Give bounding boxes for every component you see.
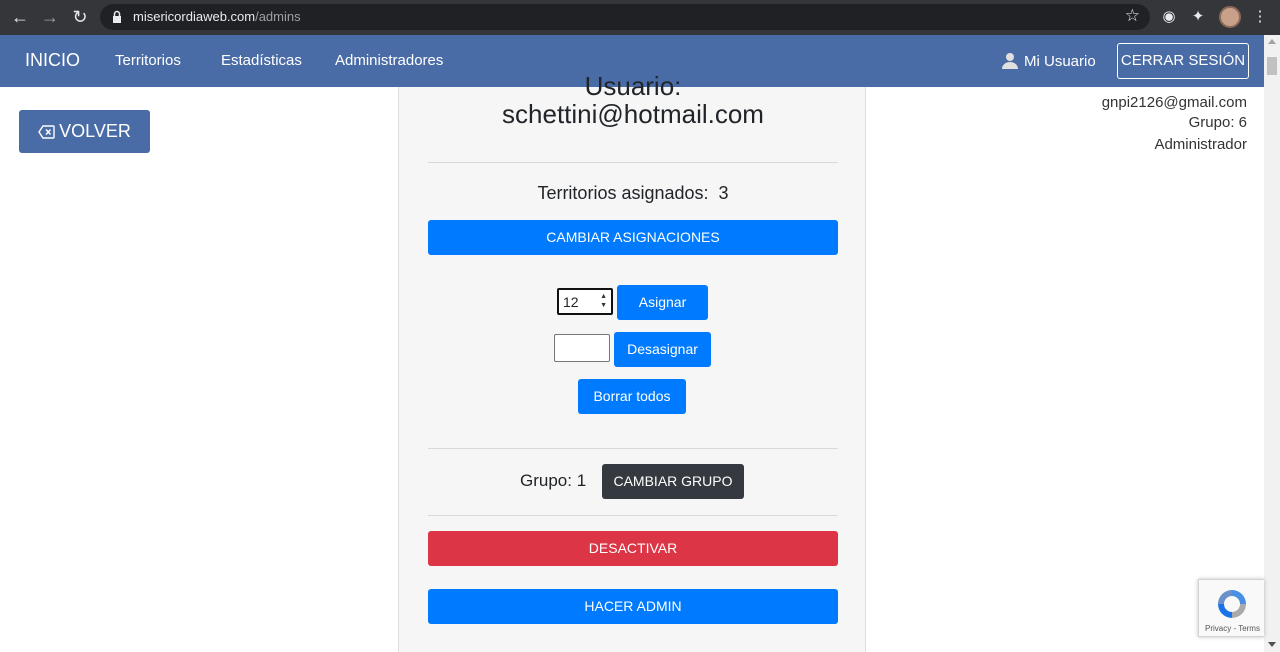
divider <box>428 448 838 449</box>
assign-button[interactable]: Asignar <box>617 285 708 320</box>
scroll-up-icon[interactable] <box>1268 39 1276 44</box>
recaptcha-badge[interactable]: Privacy - Terms <box>1198 579 1264 637</box>
scroll-down-icon[interactable] <box>1268 642 1276 647</box>
address-bar[interactable]: misericordiaweb.com/admins ☆ <box>100 4 1150 30</box>
territories-assigned: Territorios asignados: 3 <box>399 183 867 204</box>
scroll-thumb[interactable] <box>1267 57 1277 75</box>
my-user-link[interactable]: Mi Usuario <box>1002 52 1096 70</box>
unassign-number-input[interactable] <box>554 334 610 362</box>
deactivate-button[interactable]: DESACTIVAR <box>428 531 838 566</box>
divider <box>428 162 838 163</box>
profile-avatar-icon[interactable] <box>1219 6 1241 28</box>
current-user-info: gnpi2126@gmail.com Grupo: 6 Administrado… <box>1102 94 1247 156</box>
page-scrollbar[interactable] <box>1264 35 1280 652</box>
my-user-label: Mi Usuario <box>1024 53 1096 70</box>
nav-link-administradores[interactable]: Administradores <box>335 52 443 69</box>
card-title-label: Usuario: <box>584 71 682 99</box>
recaptcha-terms[interactable]: Privacy - Terms <box>1205 624 1260 633</box>
nav-link-territorios[interactable]: Territorios <box>115 52 181 69</box>
user-icon <box>1002 53 1018 69</box>
recaptcha-icon <box>1218 590 1246 618</box>
back-button[interactable]: VOLVER <box>19 110 150 153</box>
territories-label: Territorios asignados: <box>537 183 709 203</box>
url-host: misericordiaweb.com <box>133 9 256 24</box>
change-assignments-button[interactable]: CAMBIAR ASIGNACIONES <box>428 220 838 255</box>
current-user-group: Grupo: 6 <box>1188 114 1247 131</box>
reload-icon[interactable]: ↻ <box>68 6 92 28</box>
card-user-email: schettini@hotmail.com <box>502 99 764 129</box>
bookmark-star-icon[interactable]: ☆ <box>1125 6 1140 26</box>
browser-toolbar: ← → ↻ misericordiaweb.com/admins ☆ ◉ ✦ ⋮ <box>0 0 1280 35</box>
spinner-arrows-icon[interactable]: ▲ ▼ <box>600 292 607 310</box>
clear-all-button[interactable]: Borrar todos <box>578 379 686 414</box>
backspace-icon <box>38 125 55 139</box>
back-arrow-icon[interactable]: ← <box>8 6 32 28</box>
current-user-email: gnpi2126@gmail.com <box>1101 94 1247 111</box>
current-user-role: Administrador <box>1154 136 1247 153</box>
puzzle-icon[interactable]: ✦ <box>1188 7 1208 27</box>
lock-icon <box>113 10 121 23</box>
make-admin-button[interactable]: HACER ADMIN <box>428 589 838 624</box>
group-label: Grupo: 1 <box>520 471 587 490</box>
nav-home-link[interactable]: INICIO <box>25 50 80 71</box>
url-text: misericordiaweb.com/admins <box>133 9 301 24</box>
extension-icon[interactable]: ◉ <box>1159 7 1179 27</box>
assign-input-value: 12 <box>563 294 579 310</box>
divider <box>428 515 838 516</box>
territories-count: 3 <box>718 183 729 203</box>
user-detail-card: Usuario: schettini@hotmail.com Territori… <box>398 71 867 652</box>
assign-number-input[interactable]: 12 ▲ ▼ <box>557 288 613 315</box>
nav-link-estadisticas[interactable]: Estadísticas <box>221 52 302 69</box>
change-group-button[interactable]: CAMBIAR GRUPO <box>602 464 744 499</box>
forward-arrow-icon[interactable]: → <box>38 6 62 28</box>
back-button-label: VOLVER <box>59 121 131 141</box>
unassign-button[interactable]: Desasignar <box>614 332 711 367</box>
logout-button[interactable]: CERRAR SESIÓN <box>1117 43 1249 79</box>
menu-dots-icon[interactable]: ⋮ <box>1250 7 1270 27</box>
url-path: /admins <box>255 9 301 24</box>
